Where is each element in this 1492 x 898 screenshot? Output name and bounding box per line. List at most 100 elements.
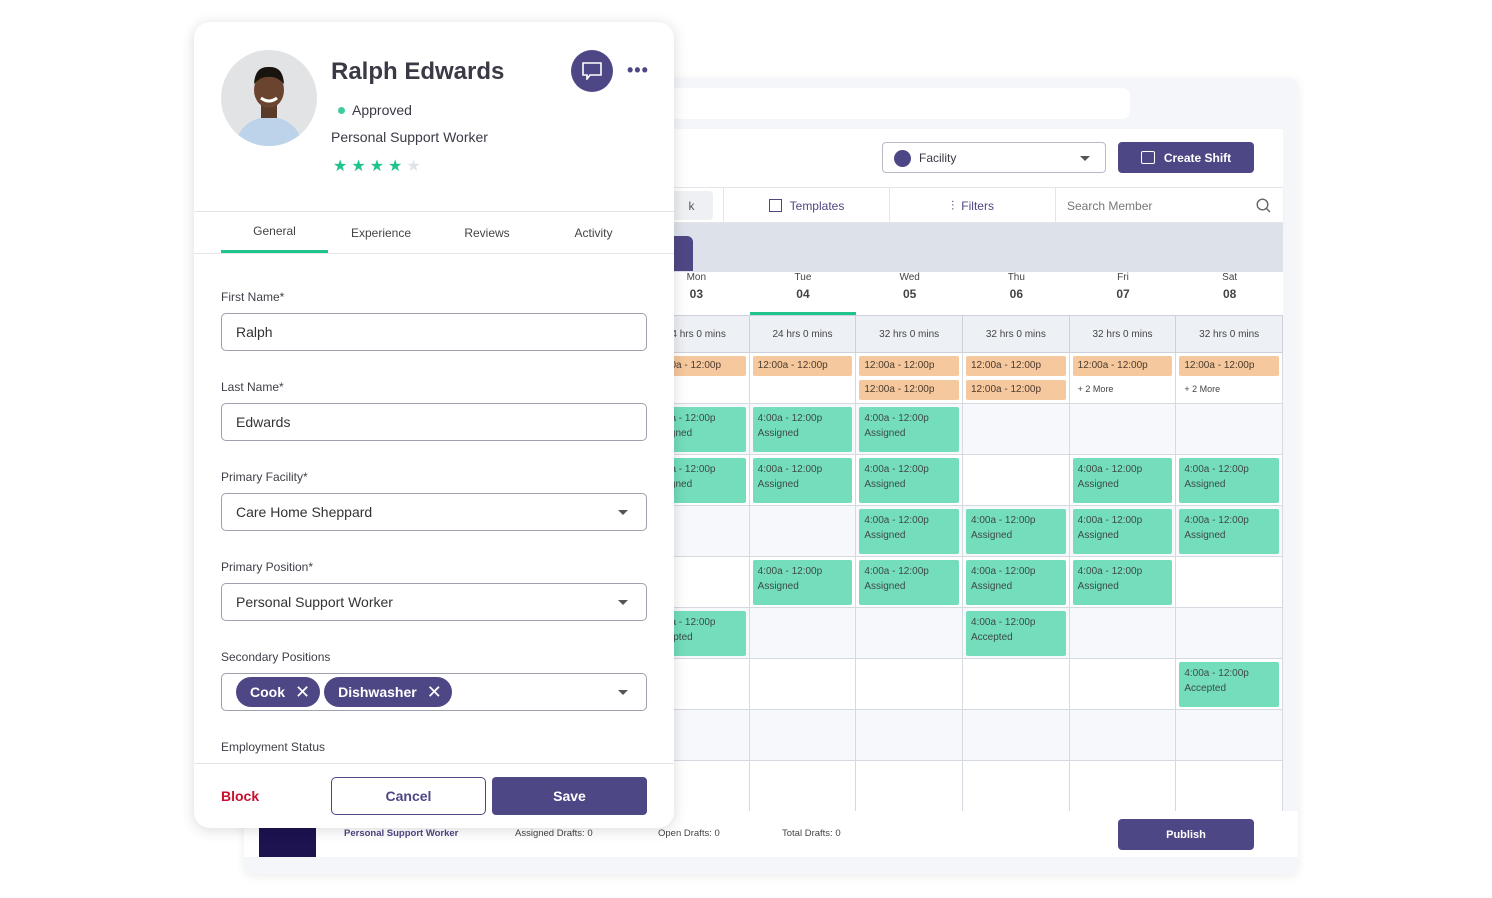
employment-status-label: Employment Status — [221, 740, 326, 754]
facility-dropdown[interactable]: Facility — [882, 142, 1106, 173]
assigned-shift[interactable]: 4:00a - 12:00p Assigned — [1072, 458, 1173, 503]
assigned-shift[interactable]: 4:00a - 12:00p Assigned — [859, 509, 959, 554]
schedule-cell[interactable] — [749, 506, 857, 557]
last-name-field[interactable]: Edwards — [221, 403, 647, 441]
schedule-cell[interactable] — [1069, 659, 1177, 710]
schedule-cell[interactable] — [856, 659, 963, 710]
schedule-cell[interactable]: 4:00a - 12:00p Assigned — [856, 557, 963, 608]
search-member-input[interactable]: Search Member — [1055, 188, 1283, 223]
cancel-button[interactable]: Cancel — [331, 777, 486, 815]
first-name-field[interactable]: Ralph — [221, 313, 647, 351]
close-icon[interactable]: ✕ — [295, 682, 310, 703]
schedule-cell[interactable]: 4:00a - 12:00p Assigned — [856, 506, 963, 557]
schedule-cell[interactable] — [749, 659, 857, 710]
schedule-cell[interactable]: 4:00a - 12:00p Assigned — [963, 506, 1070, 557]
block-button[interactable]: Block — [221, 788, 259, 804]
assigned-shift[interactable]: 4:00a - 12:00p Assigned — [859, 407, 959, 452]
more-shifts-link[interactable]: + 2 More — [1078, 384, 1114, 394]
more-shifts-link[interactable]: + 2 More — [1184, 384, 1220, 394]
schedule-cell[interactable] — [1176, 761, 1283, 812]
publish-button[interactable]: Publish — [1118, 819, 1254, 850]
message-button[interactable] — [571, 50, 613, 92]
schedule-cell[interactable]: 4:00a - 12:00p Assigned — [1069, 557, 1177, 608]
close-icon[interactable]: ✕ — [427, 682, 442, 703]
open-shift[interactable]: 12:00a - 12:00p — [859, 380, 959, 400]
primary-position-select[interactable]: Personal Support Worker — [221, 583, 647, 621]
assigned-shift[interactable]: 4:00a - 12:00p Assigned — [966, 560, 1066, 605]
schedule-cell[interactable]: 4:00a - 12:00p Accepted — [963, 608, 1070, 659]
schedule-cell[interactable]: 4:00a - 12:00p Assigned — [963, 557, 1070, 608]
schedule-cell[interactable] — [963, 404, 1070, 455]
partial-tab[interactable]: k — [670, 191, 713, 220]
open-shift[interactable]: 12:00a - 12:00p — [966, 356, 1066, 376]
profile-name: Ralph Edwards — [331, 58, 505, 85]
day-header-sat[interactable]: Sat 08 — [1176, 272, 1283, 315]
schedule-cell[interactable] — [856, 608, 963, 659]
day-header-tue[interactable]: Tue 04 — [749, 272, 857, 315]
schedule-cell[interactable] — [1176, 710, 1283, 761]
save-button[interactable]: Save — [492, 777, 647, 815]
open-shift[interactable]: 12:00a - 12:00p — [1179, 356, 1279, 376]
schedule-cell[interactable]: 4:00a - 12:00p Assigned — [749, 455, 857, 506]
schedule-cell[interactable] — [963, 455, 1070, 506]
assigned-shift[interactable]: 4:00a - 12:00p Assigned — [1179, 458, 1279, 503]
tab-activity[interactable]: Activity — [540, 212, 647, 253]
shift-status: Assigned — [971, 530, 1013, 541]
assigned-shift[interactable]: 4:00a - 12:00p Accepted — [966, 611, 1066, 656]
schedule-cell[interactable]: 4:00a - 12:00p Assigned — [1069, 506, 1177, 557]
schedule-cell[interactable] — [749, 761, 857, 812]
tab-reviews[interactable]: Reviews — [434, 212, 540, 253]
schedule-cell[interactable] — [963, 761, 1070, 812]
schedule-cell[interactable]: 4:00a - 12:00p Assigned — [856, 404, 963, 455]
assigned-shift[interactable]: 4:00a - 12:00p Assigned — [1072, 509, 1173, 554]
schedule-cell[interactable] — [1069, 608, 1177, 659]
tab-general[interactable]: General — [221, 212, 328, 253]
schedule-cell[interactable] — [963, 659, 1070, 710]
assigned-shift[interactable]: 4:00a - 12:00p Assigned — [1179, 509, 1279, 554]
assigned-shift[interactable]: 4:00a - 12:00p Assigned — [859, 560, 959, 605]
secondary-positions-select[interactable]: Cook ✕ Dishwasher ✕ — [221, 673, 647, 711]
schedule-cell[interactable] — [856, 761, 963, 812]
open-shift[interactable]: 12:00a - 12:00p — [859, 356, 959, 376]
day-header-wed[interactable]: Wed 05 — [856, 272, 963, 315]
assigned-shift[interactable]: 4:00a - 12:00p Assigned — [752, 407, 853, 452]
assigned-shift[interactable]: 4:00a - 12:00p Assigned — [1072, 560, 1173, 605]
assigned-shift[interactable]: 4:00a - 12:00p Assigned — [859, 458, 959, 503]
schedule-cell[interactable] — [1069, 761, 1177, 812]
shift-time: 4:00a - 12:00p — [864, 566, 929, 577]
schedule-cell[interactable]: 4:00a - 12:00p Assigned — [1069, 455, 1177, 506]
schedule-cell[interactable] — [1069, 404, 1177, 455]
schedule-cell[interactable] — [1176, 404, 1283, 455]
open-shift[interactable]: 12:00a - 12:00p — [966, 380, 1066, 400]
open-shift[interactable]: 12:00a - 12:00p — [1072, 356, 1173, 376]
search-icon[interactable] — [1256, 198, 1271, 213]
schedule-cell[interactable]: 4:00a - 12:00p Assigned — [856, 455, 963, 506]
tab-experience[interactable]: Experience — [328, 212, 434, 253]
schedule-cell[interactable] — [749, 608, 857, 659]
assigned-shift[interactable]: 4:00a - 12:00p Assigned — [752, 458, 853, 503]
schedule-cell[interactable]: 4:00a - 12:00p Assigned — [1176, 506, 1283, 557]
assigned-shift[interactable]: 4:00a - 12:00p Assigned — [966, 509, 1066, 554]
assigned-shift[interactable]: 4:00a - 12:00p Accepted — [1179, 662, 1279, 707]
more-options-icon[interactable]: ••• — [627, 60, 649, 81]
day-header-thu[interactable]: Thu 06 — [963, 272, 1070, 315]
assigned-shift[interactable]: 4:00a - 12:00p Assigned — [752, 560, 853, 605]
schedule-cell[interactable] — [749, 710, 857, 761]
open-shift[interactable]: 12:00a - 12:00p — [752, 356, 853, 376]
templates-button[interactable]: Templates — [723, 188, 889, 223]
schedule-cell[interactable]: 4:00a - 12:00p Assigned — [1176, 455, 1283, 506]
day-header-fri[interactable]: Fri 07 — [1069, 272, 1177, 315]
schedule-cell[interactable]: 4:00a - 12:00p Assigned — [749, 404, 857, 455]
schedule-cell[interactable]: 4:00a - 12:00p Accepted — [1176, 659, 1283, 710]
create-shift-button[interactable]: Create Shift — [1118, 142, 1254, 173]
schedule-cell[interactable] — [1069, 710, 1177, 761]
schedule-cell[interactable]: 4:00a - 12:00p Assigned — [749, 557, 857, 608]
schedule-cell[interactable] — [856, 710, 963, 761]
top-search-field[interactable] — [670, 88, 1130, 119]
schedule-cell[interactable] — [1176, 608, 1283, 659]
schedule-cell[interactable] — [1176, 557, 1283, 608]
primary-facility-select[interactable]: Care Home Sheppard — [221, 493, 647, 531]
shift-time: 4:00a - 12:00p — [864, 464, 929, 475]
filters-button[interactable]: ⫶ Filters — [889, 188, 1055, 223]
schedule-cell[interactable] — [963, 710, 1070, 761]
